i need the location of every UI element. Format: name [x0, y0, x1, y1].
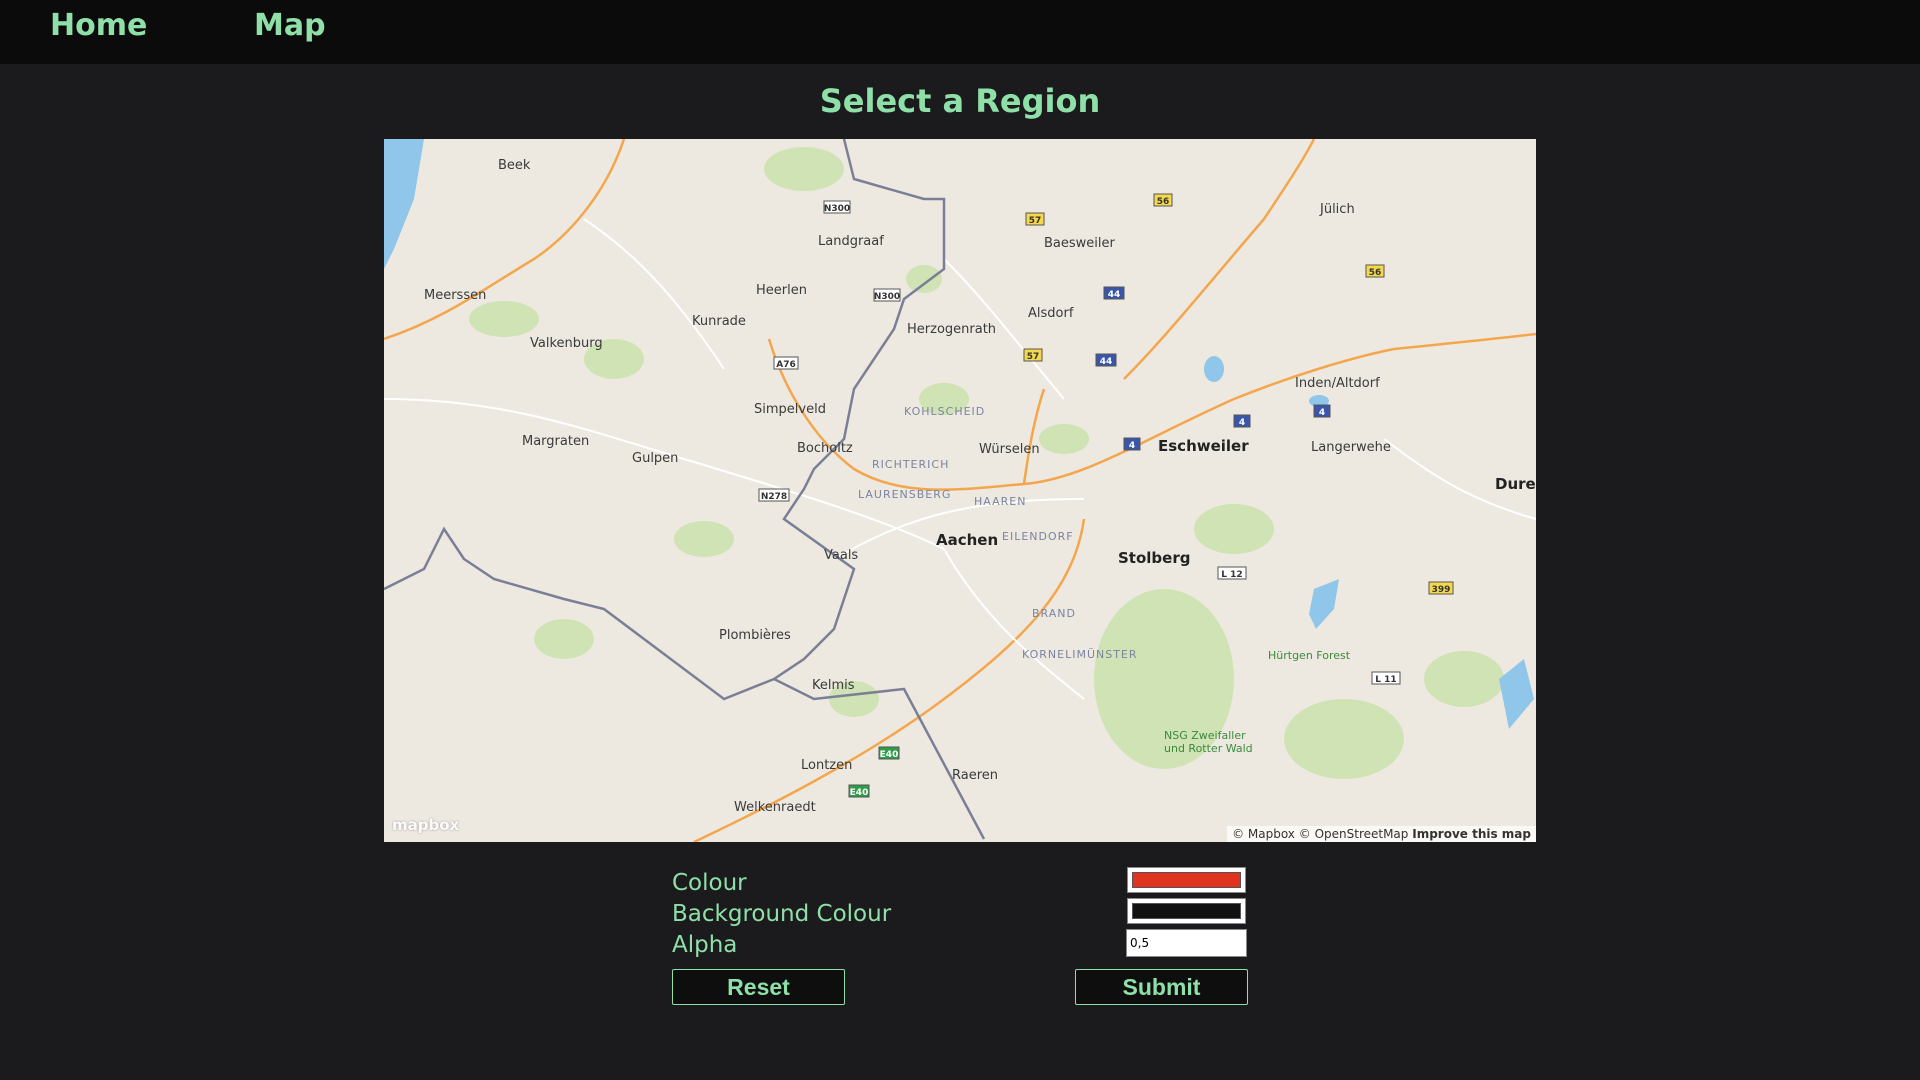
place-inden: Inden/Altdorf [1295, 376, 1380, 391]
svg-text:N300: N300 [874, 292, 900, 302]
place-stolberg: Stolberg [1118, 549, 1190, 567]
place-heerlen: Heerlen [756, 283, 807, 298]
place-kunrade: Kunrade [692, 314, 746, 329]
svg-text:N300: N300 [824, 204, 850, 214]
region-map[interactable]: N300 N300 A76 N278 57 57 56 56 399 L 12 … [384, 139, 1536, 842]
place-valkenburg: Valkenburg [530, 336, 603, 351]
place-herzogenrath: Herzogenrath [907, 322, 996, 337]
nav-home-link[interactable]: Home [50, 8, 147, 43]
alpha-input[interactable] [1126, 929, 1247, 957]
place-beek: Beek [498, 158, 531, 173]
svg-text:L 11: L 11 [1375, 675, 1396, 685]
place-eschweiler: Eschweiler [1158, 437, 1249, 455]
svg-text:L 12: L 12 [1221, 570, 1242, 580]
place-richterich: RICHTERICH [872, 458, 949, 471]
place-landgraaf: Landgraaf [818, 234, 884, 249]
place-lontzen: Lontzen [801, 758, 852, 773]
map-attribution: © Mapbox © OpenStreetMap Improve this ma… [1227, 826, 1536, 842]
mapbox-logo[interactable]: mapbox [392, 816, 459, 834]
nav-map-link[interactable]: Map [254, 8, 326, 43]
svg-text:4: 4 [1319, 408, 1325, 418]
attribution-mapbox-link[interactable]: © Mapbox [1232, 827, 1295, 841]
place-vaals: Vaals [824, 548, 858, 563]
svg-text:4: 4 [1129, 441, 1135, 451]
place-wurselen: Würselen [979, 442, 1040, 457]
submit-button[interactable]: Submit [1075, 969, 1248, 1005]
place-welkenraedt: Welkenraedt [734, 800, 816, 815]
place-julich: Jülich [1319, 202, 1355, 217]
place-meerssen: Meerssen [424, 288, 486, 303]
svg-text:4: 4 [1239, 418, 1245, 428]
svg-text:57: 57 [1029, 216, 1042, 226]
place-kornelimunster: KORNELIMÜNSTER [1022, 648, 1138, 661]
alpha-label: Alpha [672, 932, 738, 958]
svg-text:E40: E40 [880, 750, 899, 760]
colour-picker[interactable] [1127, 867, 1246, 893]
svg-text:44: 44 [1100, 357, 1113, 367]
svg-text:399: 399 [1432, 585, 1451, 595]
place-duren: Duren [1495, 475, 1536, 493]
svg-text:N278: N278 [761, 492, 787, 502]
place-nsg: NSG Zweifaller und Rotter Wald [1164, 729, 1253, 755]
place-hurtgen-forest: Hürtgen Forest [1268, 649, 1351, 662]
colour-label: Colour [672, 870, 747, 896]
place-baesweiler: Baesweiler [1044, 236, 1116, 251]
svg-text:57: 57 [1027, 352, 1040, 362]
place-brand: BRAND [1032, 607, 1076, 620]
place-kelmis: Kelmis [812, 678, 855, 693]
place-eilendorf: EILENDORF [1002, 530, 1074, 543]
place-simpelveld: Simpelveld [754, 402, 826, 417]
place-aachen: Aachen [936, 531, 998, 549]
place-raeren: Raeren [952, 768, 998, 783]
svg-text:E40: E40 [850, 788, 869, 798]
colour-swatch [1132, 872, 1241, 888]
improve-map-link[interactable]: Improve this map [1412, 827, 1531, 841]
background-colour-picker[interactable] [1127, 898, 1246, 924]
place-gulpen: Gulpen [632, 451, 678, 466]
background-colour-swatch [1132, 903, 1241, 919]
place-kohlscheid: KOHLSCHEID [904, 405, 985, 418]
place-langerwehe: Langerwehe [1311, 440, 1391, 455]
place-laurensberg: LAURENSBERG [858, 488, 951, 501]
place-haaren: HAAREN [974, 495, 1026, 508]
map-canvas[interactable]: N300 N300 A76 N278 57 57 56 56 399 L 12 … [384, 139, 1536, 842]
svg-text:56: 56 [1369, 268, 1382, 278]
place-bocholtz: Bocholtz [797, 441, 853, 456]
svg-text:A76: A76 [776, 360, 796, 370]
page-title: Select a Region [819, 82, 1101, 120]
map-green-areas [469, 147, 1504, 779]
top-navbar: Home Map [0, 0, 1920, 64]
place-margraten: Margraten [522, 434, 589, 449]
background-colour-label: Background Colour [672, 901, 892, 927]
place-alsdorf: Alsdorf [1028, 306, 1074, 321]
attribution-osm-link[interactable]: © OpenStreetMap [1299, 827, 1409, 841]
map-country-border [384, 139, 946, 701]
svg-text:44: 44 [1108, 290, 1121, 300]
reset-button[interactable]: Reset [672, 969, 845, 1005]
place-plombieres: Plombières [719, 628, 791, 643]
svg-text:56: 56 [1157, 197, 1170, 207]
